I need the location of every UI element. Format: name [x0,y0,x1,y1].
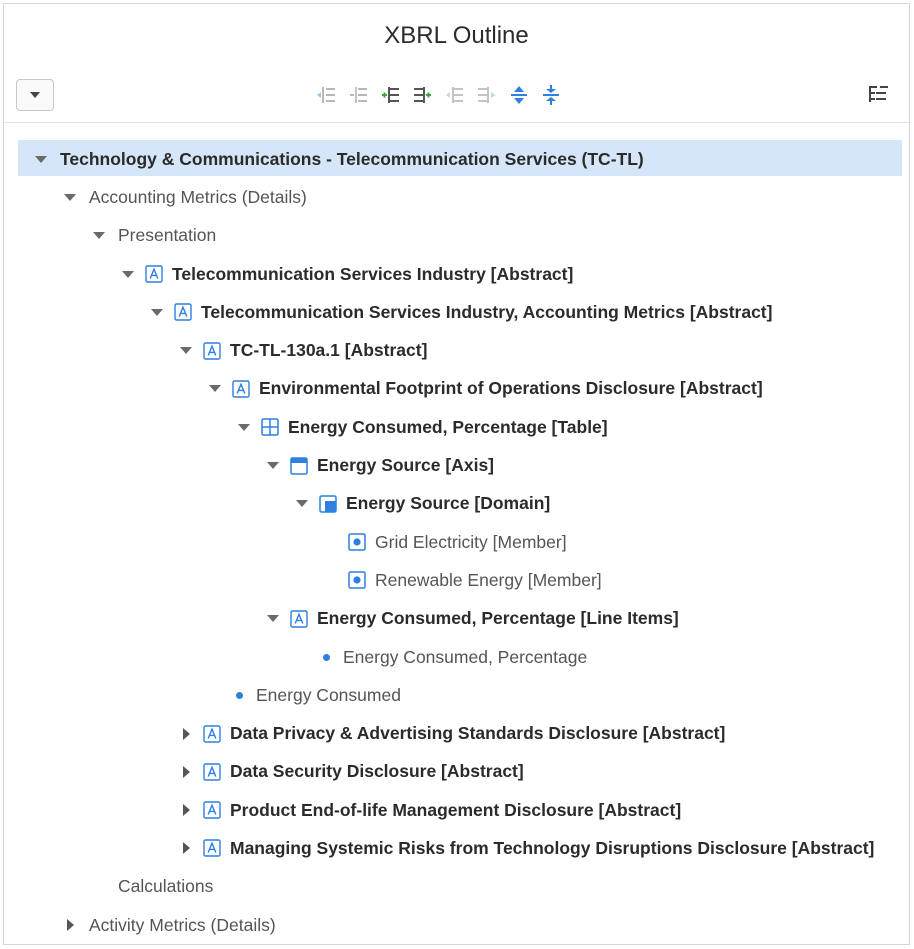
abstract-icon [145,265,163,283]
abstract-icon [203,839,221,858]
tree-row[interactable]: Energy Consumed, Percentage [Table] [4,408,909,446]
tree-row[interactable]: Energy Consumed [4,676,909,714]
tree-row-label: Accounting Metrics (Details) [89,186,307,207]
tree-row-label: Presentation [118,225,217,246]
tree-row[interactable]: Grid Electricity [Member] [4,523,909,561]
chevron-down-icon [30,92,40,98]
collapse-toggle-icon[interactable] [32,150,50,168]
tree-row[interactable]: Telecommunication Services Industry [Abs… [4,255,909,293]
abstract-icon [203,801,221,819]
indent-left-alt-icon [350,87,367,103]
expand-toggle-icon[interactable] [177,801,195,819]
table-icon [261,418,279,436]
abstract-icon [203,724,221,743]
indent-left-alt-button[interactable] [348,82,370,108]
tree-row-label: Grid Electricity [Member] [375,531,567,552]
tree-row-label: Energy Consumed, Percentage [343,646,588,667]
tree-row-label: Telecommunication Services Industry [Abs… [172,263,574,284]
tree-row-label: Managing Systemic Risks from Technology … [230,837,875,858]
expand-toggle-icon[interactable] [177,839,195,857]
tree-row-label: Activity Metrics (Details) [89,914,276,935]
collapse-toggle-icon[interactable] [206,380,224,398]
tree-row[interactable]: Data Privacy & Advertising Standards Dis… [4,714,909,752]
outline-tree: Technology & Communications - Telecommun… [4,140,909,944]
tree-row[interactable]: Energy Source [Domain] [4,485,909,523]
outdent-icon [446,87,463,103]
tree-row-label: Data Privacy & Advertising Standards Dis… [230,723,726,744]
tree-row[interactable]: Renewable Energy [Member] [4,561,909,599]
tree-row[interactable]: Environmental Footprint of Operations Di… [4,370,909,408]
member-icon [348,571,366,590]
tree-row[interactable]: Activity Metrics (Details) [4,906,909,944]
expand-toggle-icon[interactable] [177,763,195,781]
indent-left-button[interactable] [316,82,338,108]
collapse-toggle-icon[interactable] [119,265,137,283]
abstract-icon [290,610,308,628]
dot-icon [323,653,330,661]
tree-row-label: Product End-of-life Management Disclosur… [230,799,682,820]
toolbar [316,80,562,110]
indent-left-icon [317,87,335,103]
move-up-down-icon [511,86,527,104]
collapse-expand-icon [543,85,559,105]
tree-row-label: Energy Source [Axis] [317,455,494,476]
add-child-button[interactable] [380,82,402,108]
tree-row[interactable]: Product End-of-life Management Disclosur… [4,791,909,829]
abstract-icon [232,380,250,398]
panel-title: XBRL Outline [384,22,529,49]
tree-row-label: Technology & Communications - Telecommun… [60,148,644,169]
tree-row[interactable]: Accounting Metrics (Details) [4,178,909,216]
tree-row[interactable]: Data Security Disclosure [Abstract] [4,753,909,791]
abstract-icon [203,341,221,360]
collapse-toggle-icon[interactable] [235,418,253,436]
domain-icon [319,495,337,513]
tree-row[interactable]: Energy Consumed, Percentage [4,638,909,676]
tree-row-label: Energy Source [Domain] [346,493,551,514]
collapse-toggle-icon[interactable] [264,457,282,475]
tree-row-label: TC-TL-130a.1 [Abstract] [230,340,428,361]
tree-row[interactable]: TC-TL-130a.1 [Abstract] [4,331,909,369]
tree-row-label: Data Security Disclosure [Abstract] [230,761,524,782]
toolbar-divider [4,122,909,123]
tree-row[interactable]: Calculations [4,868,909,906]
tree-row-label: Energy Consumed [256,684,401,705]
abstract-icon [174,303,192,322]
tree-row[interactable]: Energy Consumed, Percentage [Line Items] [4,600,909,638]
dot-icon [236,691,243,699]
collapse-toggle-icon[interactable] [90,227,108,245]
tree-row[interactable]: Technology & Communications - Telecommun… [4,140,909,178]
member-icon [348,533,366,551]
outdent-button[interactable] [444,82,466,108]
add-sibling-icon [414,87,431,103]
tree-filter-button[interactable] [866,82,892,108]
tree-row-label: Calculations [118,876,214,897]
tree-row[interactable]: Energy Source [Axis] [4,446,909,484]
collapse-toggle-icon[interactable] [61,188,79,206]
tree-row-label: Energy Consumed, Percentage [Table] [288,416,608,437]
tree-row-label: Renewable Energy [Member] [375,569,602,590]
expand-toggle-icon[interactable] [61,916,79,934]
collapse-toggle-icon[interactable] [293,495,311,513]
add-child-icon [382,87,399,103]
collapse-toggle-icon[interactable] [148,303,166,321]
expand-toggle-icon[interactable] [177,725,195,743]
add-sibling-button[interactable] [412,82,434,108]
collapse-toggle-icon[interactable] [264,610,282,628]
collapse-toggle-icon[interactable] [177,342,195,360]
xbrl-outline-panel: XBRL Outline Technology & Communications… [3,3,910,945]
move-right-button[interactable] [476,82,498,108]
tree-row-label: Environmental Footprint of Operations Di… [259,378,763,399]
tree-row-label: Energy Consumed, Percentage [Line Items] [317,608,679,629]
move-up-down-button[interactable] [508,82,530,108]
tree-row[interactable]: Telecommunication Services Industry, Acc… [4,293,909,331]
collapse-expand-button[interactable] [540,82,562,108]
tree-row-label: Telecommunication Services Industry, Acc… [201,301,773,322]
tree-filter-icon [869,86,888,102]
options-dropdown-button[interactable] [16,79,54,111]
axis-icon [290,456,308,475]
tree-row[interactable]: Presentation [4,217,909,255]
abstract-icon [203,763,221,781]
move-right-icon [478,87,496,103]
tree-row[interactable]: Managing Systemic Risks from Technology … [4,829,909,867]
